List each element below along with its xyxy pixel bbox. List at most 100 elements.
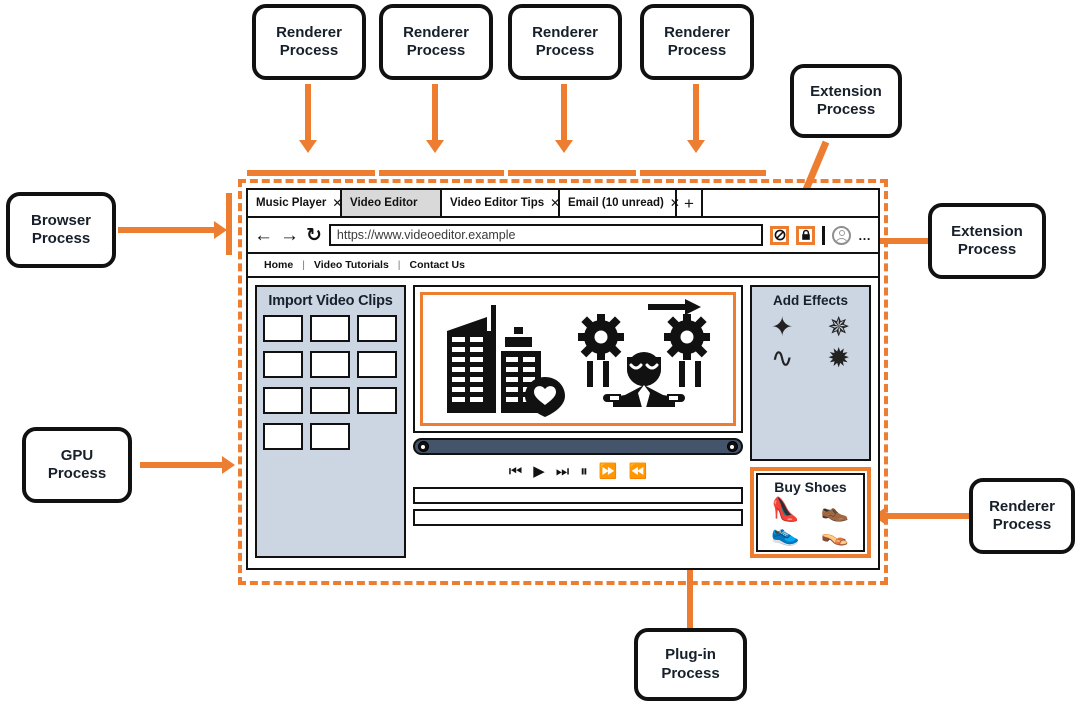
tab-strip-empty-space xyxy=(703,190,878,216)
tab-label: Email (10 unread) xyxy=(568,197,664,209)
import-video-clips-panel: Import Video Clips xyxy=(255,285,406,558)
site-nav-video-tutorials[interactable]: Video Tutorials xyxy=(314,259,389,271)
profile-avatar-icon[interactable] xyxy=(832,225,851,245)
address-bar[interactable]: https://www.videoeditor.example xyxy=(328,224,763,246)
arrow-head-renderer4 xyxy=(687,140,705,153)
callout-label-line2: Process xyxy=(661,664,720,682)
clip-thumbnail[interactable] xyxy=(263,387,303,414)
add-effects-panel: Add Effects ✦ ✵ ∿ ✹ xyxy=(749,285,871,461)
tab-email[interactable]: Email (10 unread) ✕ xyxy=(560,190,680,216)
arrow-shaft-renderer2 xyxy=(432,84,438,142)
pause-icon[interactable]: ⏸ xyxy=(580,464,588,479)
buy-shoes-ad-inner: Buy Shoes 👠 👞 👟 👡 xyxy=(755,472,865,552)
shoes-icon-grid: 👠 👞 👟 👡 xyxy=(761,497,860,545)
blocked-content-icon[interactable] xyxy=(770,225,789,245)
play-icon[interactable]: ▶ xyxy=(533,464,545,479)
callout-renderer-process-ad[interactable]: Renderer Process xyxy=(969,478,1075,554)
swirl-effect-icon[interactable]: ∿ xyxy=(771,345,794,372)
site-nav-home[interactable]: Home xyxy=(264,259,293,271)
lock-icon[interactable] xyxy=(796,225,815,245)
rewind-icon[interactable]: ⏪ xyxy=(629,464,648,479)
tab-label: Video Editor xyxy=(350,197,418,209)
callout-extension-process-top[interactable]: Extension Process xyxy=(790,64,902,138)
browser-toolbar: ← → ↻ https://www.videoeditor.example … xyxy=(248,218,878,254)
video-scrubber[interactable] xyxy=(412,438,743,455)
clip-thumbnail[interactable] xyxy=(357,387,397,414)
starburst-effect-icon[interactable]: ✵ xyxy=(827,314,850,341)
tab-label: Video Editor Tips xyxy=(450,197,545,209)
slippers-shoe-icon[interactable]: 👡 xyxy=(821,521,850,545)
scrubber-handle-right[interactable] xyxy=(726,441,738,452)
callout-renderer-process-tab3[interactable]: Renderer Process xyxy=(508,4,622,80)
clip-thumbnail[interactable] xyxy=(263,351,303,378)
callout-renderer-process-tab2[interactable]: Renderer Process xyxy=(379,4,493,80)
clip-thumbnail[interactable] xyxy=(310,351,350,378)
callout-label-line1: Renderer xyxy=(276,23,342,41)
toolbar-divider xyxy=(822,225,825,245)
arrow-head-renderer2 xyxy=(426,140,444,153)
back-icon[interactable]: ← xyxy=(254,226,273,245)
callout-label-line1: Renderer xyxy=(403,23,469,41)
site-nav-contact-us[interactable]: Contact Us xyxy=(410,259,465,271)
browser-menu-icon[interactable]: … xyxy=(858,229,872,242)
new-tab-button[interactable]: + xyxy=(677,190,703,216)
callout-label-line1: Extension xyxy=(810,82,882,100)
sneaker-shoe-icon[interactable]: 👟 xyxy=(771,521,800,545)
tab-video-editor[interactable]: Video Editor xyxy=(342,190,442,216)
tab-underline-1 xyxy=(247,170,375,176)
video-editor-main: ⏮ ▶ ⏭ ⏸ ⏩ ⏪ xyxy=(412,285,743,558)
callout-extension-process-right[interactable]: Extension Process xyxy=(928,203,1046,279)
buy-shoes-ad-panel[interactable]: Buy Shoes 👠 👞 👟 👡 xyxy=(749,466,871,558)
fast-forward-icon[interactable]: ⏩ xyxy=(599,464,618,479)
video-preview-canvas[interactable] xyxy=(419,292,736,426)
callout-browser-process[interactable]: Browser Process xyxy=(6,192,116,268)
clip-thumbnail[interactable] xyxy=(310,387,350,414)
clip-thumbnail[interactable] xyxy=(263,423,303,450)
clips-thumbnail-grid xyxy=(263,315,398,450)
callout-label-line2: Process xyxy=(406,42,466,59)
clip-thumbnail[interactable] xyxy=(357,315,397,342)
tab-close-icon[interactable]: ✕ xyxy=(332,197,342,209)
callout-label-line1: GPU xyxy=(60,446,94,464)
dress-shoe-icon[interactable]: 👞 xyxy=(821,497,850,521)
callout-label-line1: Plug-in xyxy=(665,646,716,664)
callout-label-line2: Process xyxy=(47,465,107,482)
arrow-head-gpu-process xyxy=(222,456,235,474)
tab-close-icon[interactable]: ✕ xyxy=(670,197,680,209)
clips-panel-title: Import Video Clips xyxy=(268,293,393,309)
address-bar-value: https://www.videoeditor.example xyxy=(336,228,516,242)
reload-icon[interactable]: ↻ xyxy=(306,226,322,245)
arrow-shaft-renderer4 xyxy=(693,84,699,142)
tab-close-icon[interactable]: ✕ xyxy=(550,197,560,209)
clip-thumbnail[interactable] xyxy=(357,351,397,378)
firework-effect-icon[interactable]: ✹ xyxy=(827,345,850,372)
arrow-shaft-gpu-process xyxy=(140,462,225,468)
callout-renderer-process-tab4[interactable]: Renderer Process xyxy=(640,4,754,80)
high-heel-shoe-icon[interactable]: 👠 xyxy=(771,497,800,521)
callout-label-line1: Extension xyxy=(951,222,1023,240)
sparkle-effect-icon[interactable]: ✦ xyxy=(771,314,794,341)
callout-label-line2: Process xyxy=(279,42,339,59)
ad-panel-title: Buy Shoes xyxy=(774,478,847,495)
callout-label-line1: Renderer xyxy=(989,497,1055,515)
callout-gpu-process[interactable]: GPU Process xyxy=(22,427,132,503)
arrow-shaft-browser-process xyxy=(118,227,217,233)
diagram-canvas: Renderer Process Renderer Process Render… xyxy=(0,0,1080,705)
scrubber-handle-left[interactable] xyxy=(417,441,429,452)
site-navigation: Home | Video Tutorials | Contact Us xyxy=(248,254,878,278)
tab-strip: Music Player ✕ Video Editor Video Editor… xyxy=(248,190,878,218)
clip-thumbnail[interactable] xyxy=(310,423,350,450)
skip-next-icon[interactable]: ⏭ xyxy=(556,464,570,479)
tab-music-player[interactable]: Music Player ✕ xyxy=(248,190,342,216)
clip-thumbnail[interactable] xyxy=(263,315,303,342)
callout-renderer-process-tab1[interactable]: Renderer Process xyxy=(252,4,366,80)
forward-icon[interactable]: → xyxy=(280,226,299,245)
timeline-track-2[interactable] xyxy=(412,509,743,526)
effects-icon-grid: ✦ ✵ ∿ ✹ xyxy=(756,314,865,372)
timeline-track-1[interactable] xyxy=(412,487,743,504)
callout-plugin-process[interactable]: Plug-in Process xyxy=(634,628,747,701)
skip-previous-icon[interactable]: ⏮ xyxy=(509,464,523,479)
clip-thumbnail[interactable] xyxy=(310,315,350,342)
callout-label-line2: Process xyxy=(957,241,1017,258)
tab-video-editor-tips[interactable]: Video Editor Tips ✕ xyxy=(442,190,560,216)
